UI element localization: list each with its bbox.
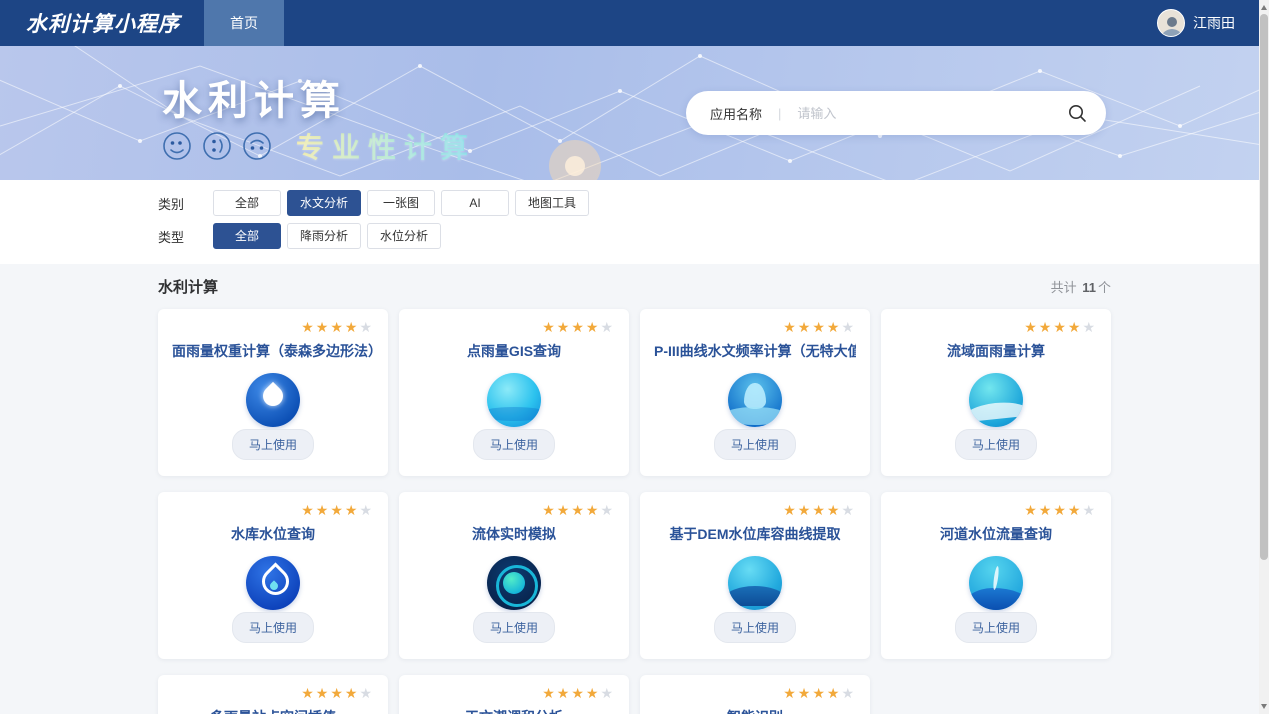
sea-wave-icon	[728, 556, 782, 610]
use-now-button[interactable]: 马上使用	[955, 429, 1037, 460]
search-icon[interactable]	[1066, 102, 1088, 124]
search-label: 应用名称	[710, 104, 762, 123]
rating-stars: ★★★★★	[413, 502, 615, 518]
rating-stars: ★★★★★	[413, 685, 615, 701]
app-card-title: 点雨量GIS查询	[413, 341, 615, 361]
filter-type-rainfall[interactable]: 降雨分析	[287, 223, 361, 249]
username-text: 江雨田	[1193, 13, 1235, 33]
fluid-ring-icon	[487, 556, 541, 610]
app-card[interactable]: ★★★★★ 面雨量权重计算（泰森多边形法） 马上使用	[158, 309, 388, 476]
app-card[interactable]: ★★★★★ 流体实时模拟 马上使用	[399, 492, 629, 659]
app-card-title: P-III曲线水文频率计算（无特大值）	[654, 341, 856, 361]
app-card[interactable]: ★★★★★ P-III曲线水文频率计算（无特大值） 马上使用	[640, 309, 870, 476]
app-card-title: 智能识别	[654, 707, 856, 714]
rating-stars: ★★★★★	[654, 502, 856, 518]
user-menu[interactable]: 江雨田	[1157, 9, 1269, 37]
smiley-icon-2	[202, 131, 232, 161]
use-now-button[interactable]: 马上使用	[955, 612, 1037, 643]
use-now-button[interactable]: 马上使用	[473, 429, 555, 460]
hero-title: 水利计算	[162, 68, 346, 126]
app-card[interactable]: ★★★★★ 基于DEM水位库容曲线提取 马上使用	[640, 492, 870, 659]
section-title: 水利计算	[158, 276, 218, 297]
search-input[interactable]	[797, 106, 1066, 121]
rating-stars: ★★★★★	[895, 319, 1097, 335]
app-card[interactable]: ★★★★★ 点雨量GIS查询 马上使用	[399, 309, 629, 476]
app-card[interactable]: ★★★★★ 水库水位查询 马上使用	[158, 492, 388, 659]
person-icon	[1158, 12, 1185, 37]
page: 水利计算小程序 首页 江雨田	[0, 0, 1269, 714]
rating-stars: ★★★★★	[654, 685, 856, 701]
app-card[interactable]: ★★★★★ 流域面雨量计算 马上使用	[881, 309, 1111, 476]
filter-category-ai[interactable]: AI	[441, 190, 509, 216]
splash-icon	[969, 556, 1023, 610]
app-card[interactable]: ★★★★★ 多雨量站点空间插值 马上使用	[158, 675, 388, 714]
use-now-button[interactable]: 马上使用	[714, 429, 796, 460]
rating-stars: ★★★★★	[413, 319, 615, 335]
rating-stars: ★★★★★	[172, 319, 374, 335]
main-content: 水利计算 共计 11个 ★★★★★ 面雨量权重计算（泰森多边形法） 马上使用 ★…	[158, 264, 1111, 714]
scrollbar-thumb[interactable]	[1260, 14, 1268, 560]
filter-category-label: 类别	[158, 194, 213, 213]
app-card-title: 流体实时模拟	[413, 524, 615, 544]
tab-home[interactable]: 首页	[204, 0, 284, 46]
scrollbar-up-arrow-icon[interactable]	[1261, 5, 1267, 10]
app-card-title: 水库水位查询	[172, 524, 374, 544]
app-logo: 水利计算小程序	[0, 8, 204, 38]
hero-subtitle-row: 专业性计算	[162, 126, 476, 166]
vertical-scrollbar[interactable]	[1259, 0, 1269, 714]
user-avatar[interactable]	[1157, 9, 1185, 37]
filter-row-type: 类型 全部 降雨分析 水位分析	[158, 223, 1111, 249]
scrollbar-down-arrow-icon[interactable]	[1261, 704, 1267, 709]
filter-category-all[interactable]: 全部	[213, 190, 281, 216]
app-card-title: 基于DEM水位库容曲线提取	[654, 524, 856, 544]
globe-icon	[487, 373, 541, 427]
hero-subtitle: 专业性计算	[296, 126, 476, 166]
filter-type-waterlevel[interactable]: 水位分析	[367, 223, 441, 249]
use-now-button[interactable]: 马上使用	[232, 612, 314, 643]
smiley-icon-3	[242, 131, 272, 161]
tab-home-label: 首页	[230, 13, 258, 33]
use-now-button[interactable]: 马上使用	[473, 612, 555, 643]
filter-category-onemap[interactable]: 一张图	[367, 190, 435, 216]
app-card-grid: ★★★★★ 面雨量权重计算（泰森多边形法） 马上使用 ★★★★★ 点雨量GIS查…	[158, 309, 1111, 714]
filter-category-maptools[interactable]: 地图工具	[515, 190, 589, 216]
app-card[interactable]: ★★★★★ 河道水位流量查询 马上使用	[881, 492, 1111, 659]
use-now-button[interactable]: 马上使用	[232, 429, 314, 460]
section-count: 共计 11个	[1051, 277, 1111, 296]
app-card-title: 河道水位流量查询	[895, 524, 1097, 544]
filter-panel: 类别 全部 水文分析 一张图 AI 地图工具 类型 全部 降雨分析 水位分析	[0, 180, 1269, 264]
filter-row-category: 类别 全部 水文分析 一张图 AI 地图工具	[158, 190, 1111, 216]
top-navbar: 水利计算小程序 首页 江雨田	[0, 0, 1269, 46]
rating-stars: ★★★★★	[172, 502, 374, 518]
search-bar: 应用名称 |	[686, 91, 1106, 135]
wave-sphere-icon	[969, 373, 1023, 427]
rating-stars: ★★★★★	[172, 685, 374, 701]
app-card-title: 流域面雨量计算	[895, 341, 1097, 361]
filter-type-label: 类型	[158, 227, 213, 246]
filter-category-hydrology[interactable]: 水文分析	[287, 190, 361, 216]
use-now-button[interactable]: 马上使用	[714, 612, 796, 643]
app-card-title: 多雨量站点空间插值	[172, 707, 374, 714]
app-card[interactable]: ★★★★★ 天文潮调和分析 马上使用	[399, 675, 629, 714]
section-header: 水利计算 共计 11个	[158, 276, 1111, 297]
app-card-title: 天文潮调和分析	[413, 707, 615, 714]
search-divider: |	[778, 106, 781, 121]
rating-stars: ★★★★★	[895, 502, 1097, 518]
app-card-title: 面雨量权重计算（泰森多边形法）	[172, 341, 374, 361]
filter-type-all[interactable]: 全部	[213, 223, 281, 249]
smiley-icon-1	[162, 131, 192, 161]
water-drop-icon	[246, 373, 300, 427]
app-card[interactable]: ★★★★★ 智能识别 马上使用	[640, 675, 870, 714]
wave-drop-icon	[728, 373, 782, 427]
hero-banner: 水利计算 专业性计算	[0, 46, 1269, 180]
drop-outline-icon	[246, 556, 300, 610]
rating-stars: ★★★★★	[654, 319, 856, 335]
